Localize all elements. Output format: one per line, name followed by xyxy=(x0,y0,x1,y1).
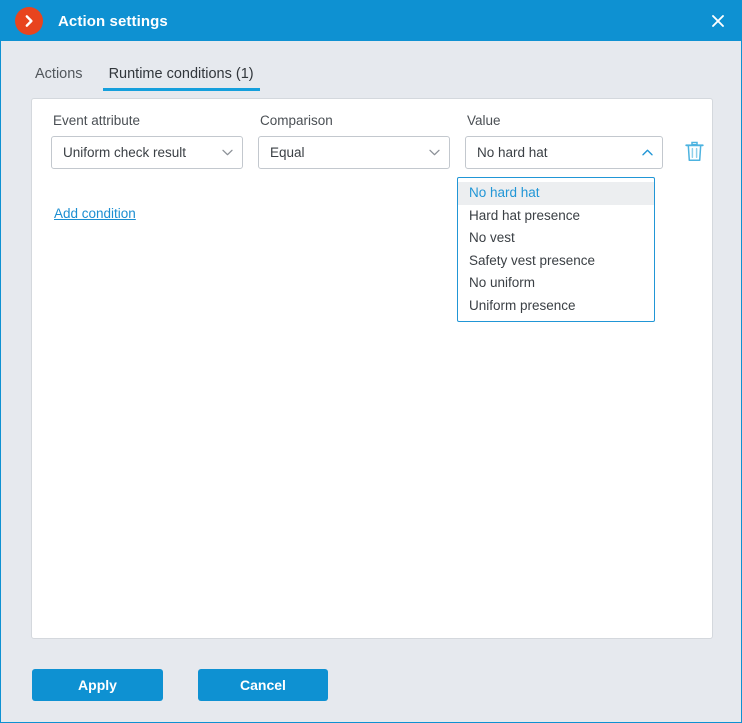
dropdown-option[interactable]: No vest xyxy=(458,227,654,250)
close-icon[interactable] xyxy=(695,1,741,41)
comparison-select[interactable]: Equal xyxy=(258,136,450,169)
apply-button[interactable]: Apply xyxy=(32,669,163,701)
value-select[interactable]: No hard hat xyxy=(465,136,663,169)
conditions-panel: Event attribute Uniform check result Com… xyxy=(31,98,713,639)
dropdown-option[interactable]: Safety vest presence xyxy=(458,250,654,273)
field-event-attribute: Event attribute Uniform check result xyxy=(51,113,243,169)
chevron-right-circle-icon xyxy=(15,7,43,35)
event-attribute-select[interactable]: Uniform check result xyxy=(51,136,243,169)
condition-row: Event attribute Uniform check result Com… xyxy=(51,113,709,169)
comparison-value: Equal xyxy=(270,145,305,160)
chevron-down-icon xyxy=(222,149,233,156)
dropdown-option[interactable]: Hard hat presence xyxy=(458,205,654,228)
tab-actions[interactable]: Actions xyxy=(29,66,89,91)
value-selected-text: No hard hat xyxy=(477,145,548,160)
value-dropdown-list[interactable]: No hard hat Hard hat presence No vest Sa… xyxy=(457,177,655,322)
dropdown-option[interactable]: No uniform xyxy=(458,272,654,295)
dropdown-option[interactable]: No hard hat xyxy=(458,182,654,205)
field-value: Value No hard hat xyxy=(465,113,663,169)
tab-runtime-conditions[interactable]: Runtime conditions (1) xyxy=(102,66,260,91)
chevron-down-icon xyxy=(429,149,440,156)
delete-condition-button[interactable] xyxy=(679,135,709,168)
add-condition-link[interactable]: Add condition xyxy=(54,206,136,221)
cancel-button[interactable]: Cancel xyxy=(198,669,328,701)
field-comparison: Comparison Equal xyxy=(258,113,450,169)
title-bar: Action settings xyxy=(1,1,741,41)
chevron-up-icon xyxy=(642,149,653,156)
window-title: Action settings xyxy=(58,12,168,30)
event-attribute-label: Event attribute xyxy=(53,113,141,128)
value-label: Value xyxy=(467,113,501,128)
event-attribute-value: Uniform check result xyxy=(63,145,187,160)
trash-icon xyxy=(684,141,704,162)
comparison-label: Comparison xyxy=(260,113,333,128)
footer-bar: Apply Cancel xyxy=(1,656,741,722)
dropdown-option[interactable]: Uniform presence xyxy=(458,295,654,318)
tab-bar: Actions Runtime conditions (1) xyxy=(1,41,741,91)
